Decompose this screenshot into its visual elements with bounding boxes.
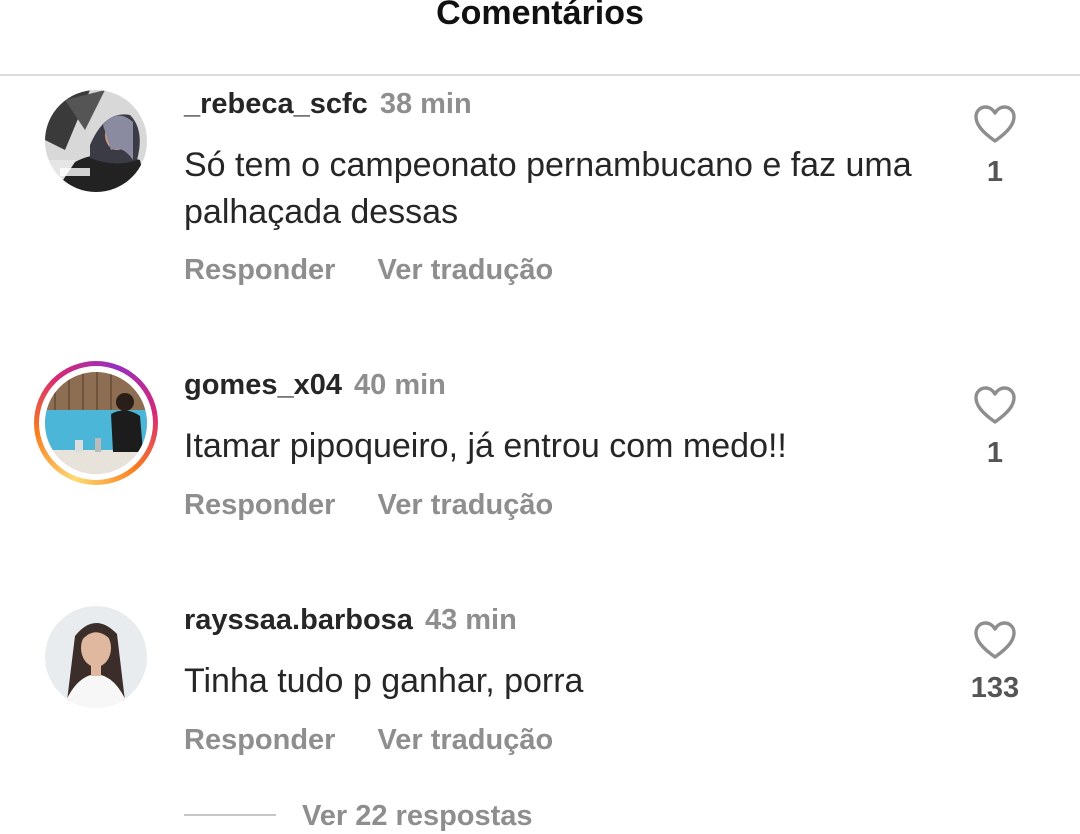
username[interactable]: _rebeca_scfc <box>184 88 368 120</box>
like-control: 133 <box>960 620 1030 705</box>
comments-screen: Comentários _rebeca_scfc 38 min Só tem o … <box>0 0 1080 834</box>
comment-meta: _rebeca_scfc 38 min <box>184 88 472 121</box>
user-photo-icon <box>45 90 147 192</box>
reply-button[interactable]: Responder <box>184 489 335 521</box>
translate-button[interactable]: Ver tradução <box>377 254 553 286</box>
story-ring[interactable] <box>34 361 158 485</box>
like-control: 1 <box>960 104 1030 189</box>
reply-button[interactable]: Responder <box>184 254 335 286</box>
page-title: Comentários <box>436 0 644 32</box>
like-count: 1 <box>986 437 1004 469</box>
heart-outline-icon[interactable] <box>973 104 1017 144</box>
comment-meta: gomes_x04 40 min <box>184 369 446 402</box>
like-count: 1 <box>986 156 1004 188</box>
user-photo-icon <box>45 372 147 474</box>
replies-divider <box>184 814 276 817</box>
comment-text: Itamar pipoqueiro, já entrou com medo!! <box>184 427 787 465</box>
username[interactable]: rayssaa.barbosa <box>184 604 413 636</box>
view-replies-button[interactable]: Ver 22 respostas <box>184 800 533 833</box>
translate-button[interactable]: Ver tradução <box>377 724 553 756</box>
comment-text: Só tem o campeonato pernambucano e faz u… <box>184 146 912 231</box>
like-control: 1 <box>960 385 1030 470</box>
like-count: 133 <box>970 672 1020 704</box>
avatar[interactable] <box>45 90 147 192</box>
user-photo-icon <box>45 606 147 708</box>
heart-outline-icon[interactable] <box>973 620 1017 660</box>
comment-time: 40 min <box>354 369 446 401</box>
translate-button[interactable]: Ver tradução <box>377 489 553 521</box>
avatar[interactable] <box>45 606 147 708</box>
comment-actions: Responder Ver tradução <box>184 489 553 522</box>
username[interactable]: gomes_x04 <box>184 369 342 401</box>
comment-time: 38 min <box>379 88 472 120</box>
reply-button[interactable]: Responder <box>184 724 335 756</box>
comment-time: 43 min <box>424 604 517 636</box>
comment-meta: rayssaa.barbosa 43 min <box>184 604 517 637</box>
avatar[interactable] <box>45 372 147 474</box>
comment-text: Tinha tudo p ganhar, porra <box>184 662 584 700</box>
comment-actions: Responder Ver tradução <box>184 724 553 757</box>
comments-header: Comentários <box>0 0 1080 76</box>
heart-outline-icon[interactable] <box>973 385 1017 425</box>
comment-actions: Responder Ver tradução <box>184 254 553 287</box>
view-replies-label: Ver 22 respostas <box>302 800 533 832</box>
